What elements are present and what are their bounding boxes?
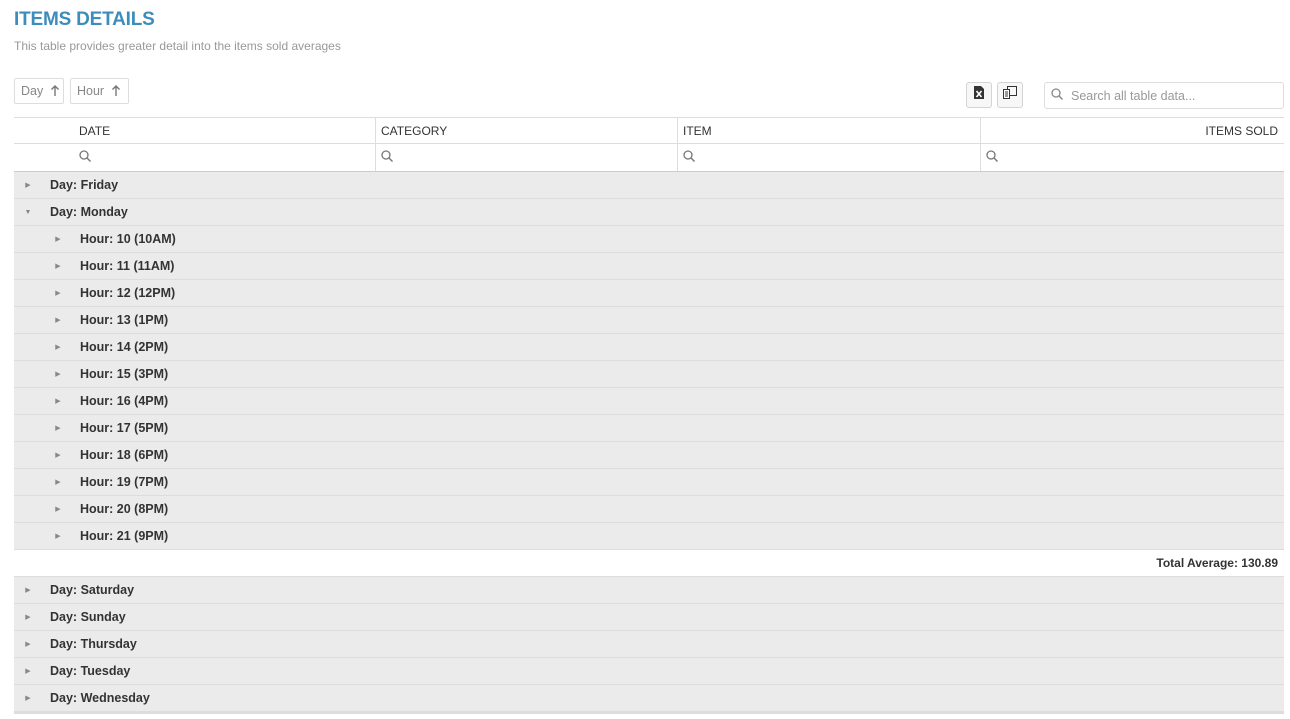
expand-arrow-icon[interactable]: ▶ <box>54 478 62 486</box>
group-row-hour[interactable]: ▶ Hour: 13 (1PM) <box>14 307 1284 334</box>
group-row-hour[interactable]: ▶ Hour: 19 (7PM) <box>14 469 1284 496</box>
group-label: Hour: 21 (9PM) <box>80 529 169 543</box>
group-label: Day: Wednesday <box>50 691 150 705</box>
table-search-box[interactable] <box>1044 82 1284 109</box>
group-row-hour[interactable]: ▶ Hour: 10 (10AM) <box>14 226 1284 253</box>
group-label: Hour: 16 (4PM) <box>80 394 169 408</box>
filter-row <box>14 144 1284 172</box>
items-details-panel: ITEMS DETAILS This table provides greate… <box>0 0 1290 719</box>
group-label: Day: Sunday <box>50 610 126 624</box>
group-label: Day: Friday <box>50 178 119 192</box>
search-icon <box>79 149 91 167</box>
sort-ascending-icon[interactable] <box>112 84 121 99</box>
expand-arrow-icon[interactable]: ▶ <box>54 370 62 378</box>
group-label: Hour: 13 (1PM) <box>80 313 169 327</box>
expand-arrow-icon[interactable]: ▶ <box>24 694 32 702</box>
expand-arrow-icon[interactable]: ▶ <box>54 505 62 513</box>
group-row-day[interactable]: ▶ Day: Saturday <box>14 577 1284 604</box>
column-chooser-button[interactable] <box>997 82 1023 108</box>
group-label: Day: Monday <box>50 205 128 219</box>
expand-arrow-icon[interactable]: ▶ <box>24 613 32 621</box>
group-chip-day[interactable]: Day <box>14 78 64 104</box>
group-row-hour[interactable]: ▶ Hour: 20 (8PM) <box>14 496 1284 523</box>
group-row-hour[interactable]: ▶ Hour: 21 (9PM) <box>14 523 1284 550</box>
column-chooser-icon <box>1003 86 1017 104</box>
column-header-category[interactable]: CATEGORY <box>376 118 678 143</box>
search-icon <box>1051 87 1063 105</box>
search-icon <box>986 149 998 167</box>
expand-arrow-icon[interactable]: ▶ <box>24 667 32 675</box>
search-icon <box>683 149 695 167</box>
total-average: Total Average: 130.89 <box>1156 556 1278 570</box>
filter-date[interactable] <box>74 144 376 171</box>
column-header-item[interactable]: ITEM <box>678 118 981 143</box>
excel-export-icon <box>973 86 985 104</box>
group-row-day[interactable]: ▶ Day: Wednesday <box>14 685 1284 712</box>
group-row-hour[interactable]: ▶ Hour: 18 (6PM) <box>14 442 1284 469</box>
page-subtitle: This table provides greater detail into … <box>14 39 341 53</box>
group-label: Hour: 17 (5PM) <box>80 421 169 435</box>
expand-arrow-icon[interactable]: ▶ <box>54 451 62 459</box>
column-header-items-sold[interactable]: ITEMS SOLD <box>981 118 1284 143</box>
group-row-day[interactable]: ▶ Day: Sunday <box>14 604 1284 631</box>
group-label: Day: Thursday <box>50 637 137 651</box>
group-row-day[interactable]: ▼ Day: Monday <box>14 199 1284 226</box>
group-label: Hour: 15 (3PM) <box>80 367 169 381</box>
group-label: Hour: 19 (7PM) <box>80 475 169 489</box>
group-row-hour[interactable]: ▶ Hour: 16 (4PM) <box>14 388 1284 415</box>
expand-arrow-icon[interactable]: ▶ <box>54 316 62 324</box>
group-chip-hour[interactable]: Hour <box>70 78 129 104</box>
group-row-hour[interactable]: ▶ Hour: 14 (2PM) <box>14 334 1284 361</box>
group-row-hour[interactable]: ▶ Hour: 17 (5PM) <box>14 415 1284 442</box>
expand-arrow-icon[interactable]: ▶ <box>24 586 32 594</box>
group-label: Hour: 11 (11AM) <box>80 259 175 273</box>
column-header-date[interactable]: DATE <box>74 118 376 143</box>
filter-spacer <box>14 144 74 171</box>
expand-arrow-icon[interactable]: ▶ <box>54 532 62 540</box>
expand-arrow-icon[interactable]: ▶ <box>54 235 62 243</box>
expand-arrow-icon[interactable]: ▶ <box>24 181 32 189</box>
data-grid: DATE CATEGORY ITEM ITEMS SOLD ▶ Day: Fri… <box>14 117 1284 714</box>
expand-arrow-icon[interactable]: ▶ <box>54 424 62 432</box>
group-label: Hour: 20 (8PM) <box>80 502 169 516</box>
collapse-arrow-icon[interactable]: ▼ <box>24 209 32 216</box>
sort-ascending-icon[interactable] <box>51 84 60 99</box>
grid-bottom-border <box>14 712 1284 714</box>
group-row-day[interactable]: ▶ Day: Tuesday <box>14 658 1284 685</box>
group-label: Hour: 12 (12PM) <box>80 286 176 300</box>
group-row-hour[interactable]: ▶ Hour: 12 (12PM) <box>14 280 1284 307</box>
expand-arrow-icon[interactable]: ▶ <box>24 640 32 648</box>
filter-category[interactable] <box>376 144 678 171</box>
expand-column-header <box>14 118 74 143</box>
group-row-hour[interactable]: ▶ Hour: 11 (11AM) <box>14 253 1284 280</box>
group-row-day[interactable]: ▶ Day: Friday <box>14 172 1284 199</box>
group-label: Hour: 14 (2PM) <box>80 340 169 354</box>
column-header-row: DATE CATEGORY ITEM ITEMS SOLD <box>14 117 1284 144</box>
group-label: Hour: 18 (6PM) <box>80 448 169 462</box>
group-label: Hour: 10 (10AM) <box>80 232 176 246</box>
export-excel-button[interactable] <box>966 82 992 108</box>
search-input[interactable] <box>1069 87 1273 104</box>
group-chip-label: Hour <box>77 84 105 98</box>
expand-arrow-icon[interactable]: ▶ <box>54 343 62 351</box>
group-row-hour[interactable]: ▶ Hour: 15 (3PM) <box>14 361 1284 388</box>
group-chip-label: Day <box>21 84 44 98</box>
filter-item[interactable] <box>678 144 981 171</box>
page-title: ITEMS DETAILS <box>14 9 155 30</box>
search-icon <box>381 149 393 167</box>
expand-arrow-icon[interactable]: ▶ <box>54 397 62 405</box>
group-label: Day: Tuesday <box>50 664 131 678</box>
group-row-day[interactable]: ▶ Day: Thursday <box>14 631 1284 658</box>
group-total-row: Total Average: 130.89 <box>14 550 1284 577</box>
group-label: Day: Saturday <box>50 583 135 597</box>
expand-arrow-icon[interactable]: ▶ <box>54 262 62 270</box>
filter-items-sold[interactable] <box>981 144 1284 171</box>
expand-arrow-icon[interactable]: ▶ <box>54 289 62 297</box>
